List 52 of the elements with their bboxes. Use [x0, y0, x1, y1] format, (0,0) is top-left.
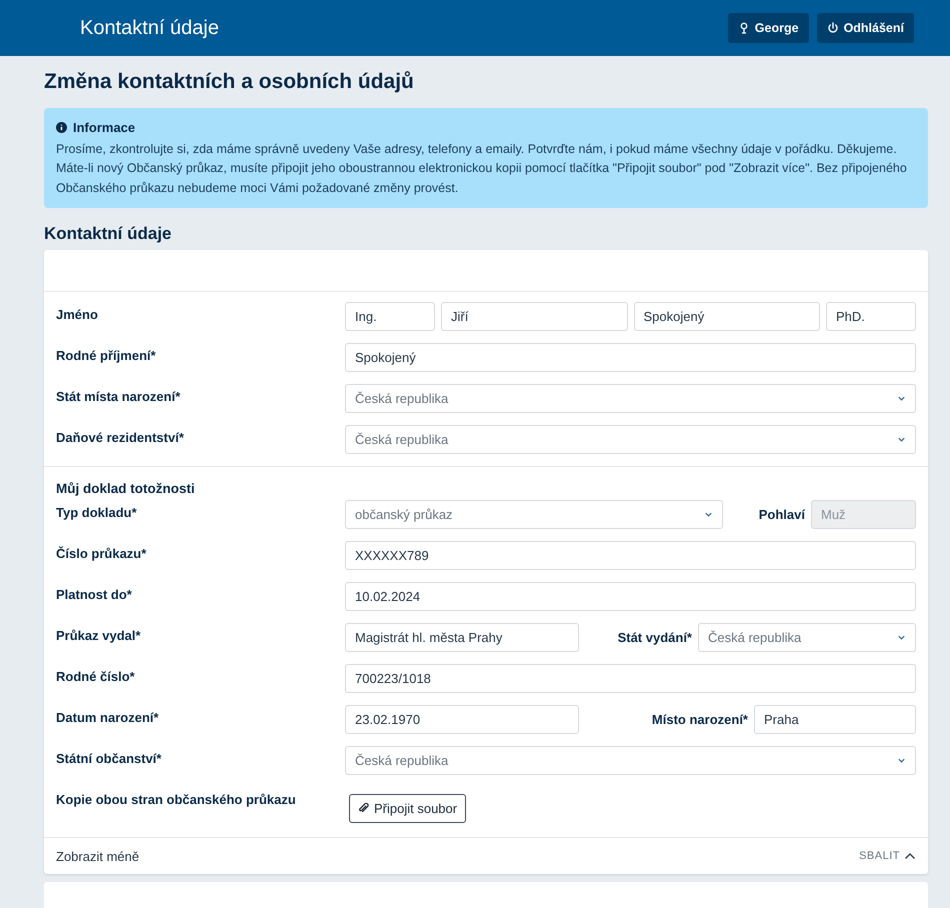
logout-button[interactable]: Odhlášení — [816, 13, 914, 43]
chevron-down-icon — [897, 435, 906, 444]
text-field[interactable]: 23.02.1970 — [345, 705, 579, 734]
info-title: Informace — [73, 119, 136, 137]
group-title: Můj doklad totožnosti — [56, 481, 196, 496]
text-field[interactable]: Jiří — [441, 302, 628, 331]
user-button[interactable]: George — [728, 13, 809, 43]
app-title: Kontaktní údaje — [80, 16, 220, 40]
field-label: Místo narození* — [650, 712, 748, 727]
text-field[interactable]: Magistrát hl. města Prahy — [345, 623, 579, 652]
text-field[interactable]: 10.02.2024 — [345, 582, 916, 611]
field-label: Stát vydání* — [616, 630, 692, 645]
select-field[interactable]: Česká republika — [345, 425, 916, 454]
field-label: Daňové rezidentství* — [56, 429, 185, 445]
section-title: Kontaktní údaje — [44, 224, 173, 244]
text-field[interactable]: Ing. — [345, 302, 435, 331]
paperclip-icon — [358, 802, 369, 814]
page-title: Změna kontaktních a osobních údajů — [44, 70, 415, 94]
chevron-up-icon — [904, 852, 916, 860]
chevron-down-icon — [897, 394, 906, 403]
pin-icon — [738, 22, 750, 34]
chevron-down-icon — [897, 756, 906, 765]
select-field[interactable]: Česká republika — [345, 384, 916, 413]
field-label: Jméno — [56, 306, 99, 322]
select-field[interactable]: Česká republika — [698, 623, 916, 652]
field-label: Rodné příjmení* — [56, 347, 157, 363]
text-field[interactable]: Spokojený — [345, 343, 916, 372]
text-field[interactable]: Praha — [754, 705, 916, 734]
field-label: Státní občanství* — [56, 750, 162, 766]
chevron-down-icon — [704, 510, 713, 519]
select-field[interactable]: občanský průkaz — [345, 500, 723, 529]
info-text: Prosíme, zkontrolujte si, zda máme správně uvedeny Vaše adresy, telefony a emaily. Potvrďte nám, i pokud máme všechny údaje v pořádku. Děkujeme. Máte-li nový Občanský průkaz, musíte připojit jeho oboustrannou elektronickou kopii pomocí tlačítka "Připojit soubor" pod "Zobrazit více". Bez připojeného Občanského průkazu nebudeme moci Vámi požadované změny provést. — [56, 140, 908, 197]
field-label: Pohlaví — [758, 507, 805, 522]
field-label: Průkaz vydal* — [56, 627, 142, 643]
chevron-down-icon — [897, 633, 906, 642]
text-field[interactable]: Spokojený — [634, 302, 820, 331]
field-label: Datum narození* — [56, 709, 160, 725]
text-field[interactable]: PhD. — [826, 302, 916, 331]
field-label: Platnost do* — [56, 586, 133, 602]
attach-file-button[interactable]: Připojit soubor — [349, 794, 466, 822]
field-label: Stát místa narození* — [56, 388, 182, 404]
collapse-button[interactable]: SBALIT — [859, 850, 916, 862]
field-label: Typ dokladu* — [56, 504, 138, 520]
field-label: Kopie obou stran občanského průkazu — [56, 791, 297, 807]
text-field[interactable]: 700223/1018 — [345, 664, 916, 693]
field-label: Číslo průkazu* — [56, 545, 148, 561]
power-icon — [826, 22, 839, 34]
select-field[interactable]: Česká republika — [345, 746, 916, 775]
text-field[interactable]: XXXXXX789 — [345, 541, 916, 570]
info-icon — [56, 122, 67, 134]
field-label: Rodné číslo* — [56, 668, 136, 684]
show-less-link[interactable]: Zobrazit méně — [56, 848, 140, 864]
